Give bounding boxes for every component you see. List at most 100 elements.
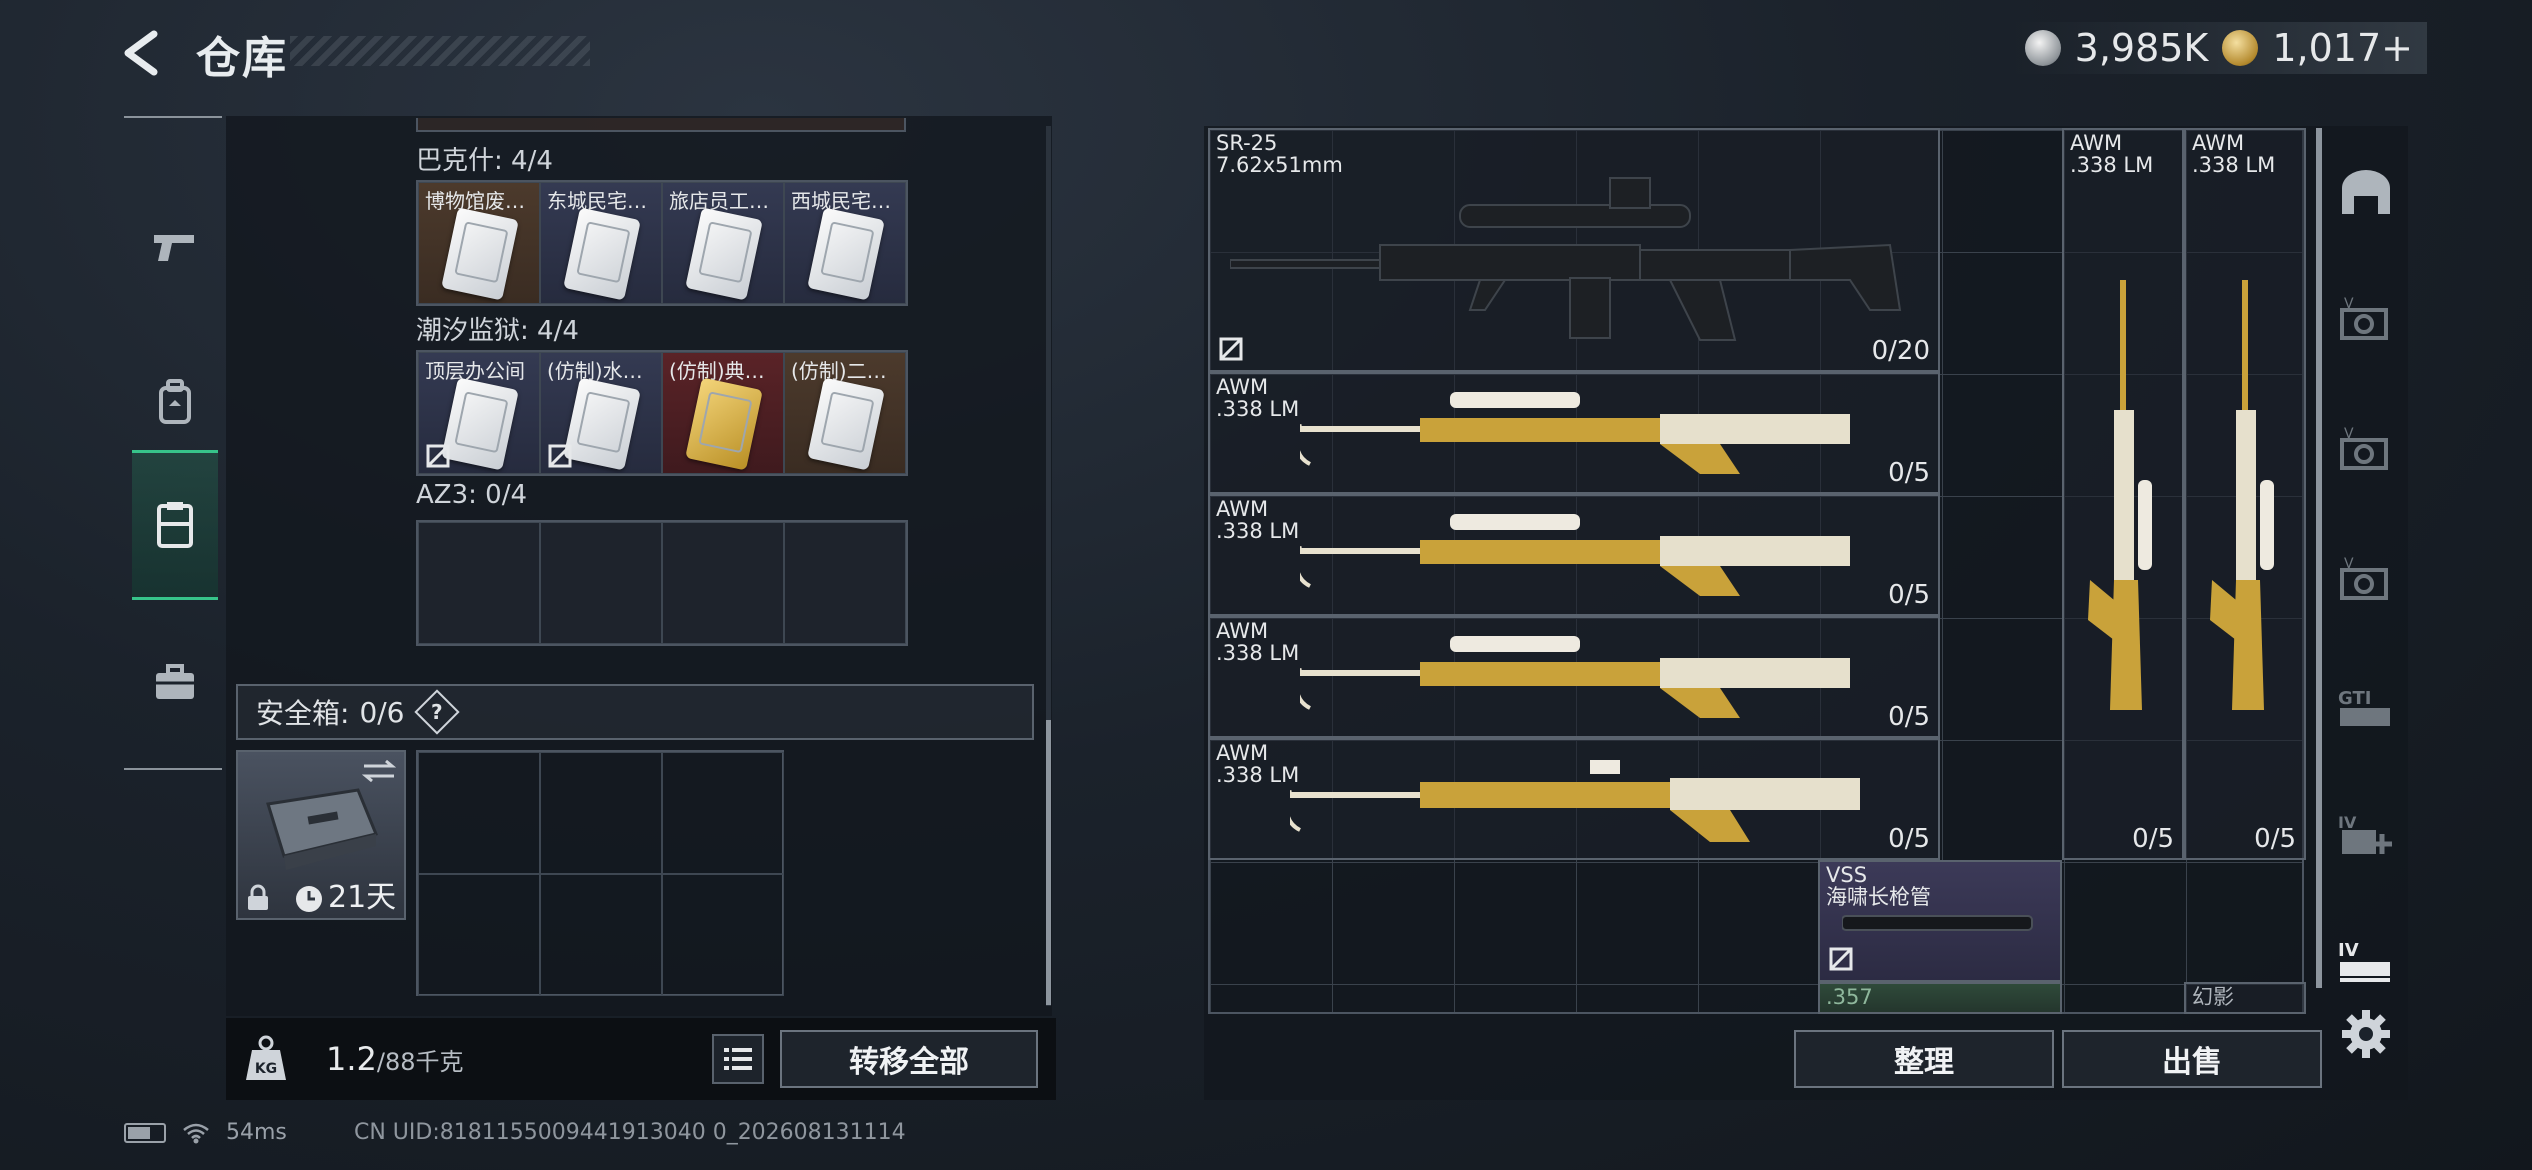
sell-button[interactable]: 出售	[2062, 1030, 2322, 1088]
nav-weapons[interactable]	[132, 172, 218, 322]
gold-coin-icon	[2222, 30, 2259, 66]
empty-slot[interactable]	[418, 522, 540, 644]
barrel-icon	[1842, 915, 2033, 931]
gear-icon	[2342, 1010, 2390, 1058]
gti-icon: GTI	[2338, 688, 2390, 726]
empty-slot[interactable]	[540, 874, 662, 996]
add-iv-icon: IV	[2338, 813, 2392, 854]
empty-slot[interactable]	[784, 522, 906, 644]
back-button[interactable]	[118, 28, 168, 78]
swap-icon[interactable]	[362, 760, 396, 782]
weapon-awm-vertical[interactable]: AWM .338 LM 0/5	[2062, 128, 2184, 860]
warehouse-tab-4[interactable]: V	[2326, 416, 2406, 486]
safebox-timer: 21天	[328, 880, 397, 915]
warehouse-tab-iv-add[interactable]: IV	[2326, 800, 2406, 870]
weapon-awm[interactable]: AWM .338 LM 0/5	[1208, 372, 1940, 494]
back-arrow-icon	[124, 30, 158, 76]
weapon-name: AWM .338 LM	[1216, 375, 1300, 421]
card-icon	[157, 502, 193, 548]
wifi-icon	[183, 1123, 209, 1143]
key-card-item[interactable]: 顶层办公间	[418, 352, 540, 474]
weapon-awm[interactable]: AWM .338 LM 0/5	[1208, 616, 1940, 738]
group-grid-az3	[416, 520, 908, 646]
warehouse-icon	[2342, 170, 2390, 214]
key-card-item[interactable]: 旅店员工…	[662, 182, 784, 304]
keycard-icon	[563, 207, 641, 301]
empty-slot[interactable]	[662, 522, 784, 644]
awm-rifle-icon	[1300, 636, 1850, 718]
warehouse-tab-5[interactable]: V	[2326, 286, 2406, 356]
kg-weight-icon: KG	[244, 1034, 288, 1082]
attachment-vss-barrel[interactable]: VSS 海啸长枪管	[1818, 860, 2062, 982]
keycard-icon	[685, 377, 763, 471]
title-decoration	[290, 36, 590, 66]
currency-bar: 3,985K 1,017+	[2010, 22, 2427, 74]
list-icon	[724, 1048, 752, 1070]
svg-text:V: V	[2344, 426, 2354, 442]
sr25-rifle-icon	[1230, 177, 1902, 341]
weapon-awm-vertical[interactable]: AWM .338 LM 0/5	[2184, 128, 2306, 860]
sort-button[interactable]: 整理	[1794, 1030, 2054, 1088]
safebox-count: 0/6	[359, 695, 405, 729]
phantom-item[interactable]: 幻影	[2184, 982, 2306, 1014]
settings-button[interactable]	[2338, 1006, 2394, 1062]
briefcase-icon	[156, 664, 194, 699]
gold-amount[interactable]: 1,017+	[2272, 26, 2413, 70]
nav-supplies[interactable]	[132, 608, 218, 758]
group-label-bakesh: 巴克什: 4/4	[416, 146, 553, 176]
lock-icon	[248, 884, 268, 910]
key-card-item[interactable]: (仿制)水…	[540, 352, 662, 474]
clipped-item-row	[416, 118, 906, 132]
nav-collectibles[interactable]	[132, 450, 218, 600]
svg-text:IV: IV	[2338, 940, 2359, 961]
filter-all-button[interactable]	[2326, 158, 2406, 228]
empty-slot[interactable]	[418, 874, 540, 996]
warehouse-tab-gti[interactable]: GTI	[2326, 672, 2406, 742]
warehouse-tab-3[interactable]: V	[2326, 546, 2406, 616]
safebox-header: 安全箱: 0/6 ?	[236, 684, 1034, 740]
awm-rifle-icon	[1290, 760, 1860, 842]
weapon-awm[interactable]: AWM .338 LM 0/5	[1208, 738, 1940, 860]
ammo-count: 0/20	[1871, 336, 1930, 366]
svg-text:V: V	[2344, 556, 2354, 572]
list-view-button[interactable]	[712, 1034, 764, 1084]
silver-amount: 3,985K	[2074, 26, 2209, 70]
weapon-awm[interactable]: AWM .338 LM 0/5	[1208, 494, 1940, 616]
empty-slot[interactable]	[662, 752, 784, 874]
keycard-icon	[807, 377, 885, 471]
key-card-item[interactable]: 东城民宅…	[540, 182, 662, 304]
safebox-label: 安全箱:	[256, 697, 350, 730]
device-status: 54ms	[124, 1120, 287, 1145]
key-card-item[interactable]: (仿制)典…	[662, 352, 784, 474]
ammo-357-item[interactable]: .357	[1818, 982, 2062, 1014]
battery-icon	[124, 1122, 166, 1143]
ping-readout: 54ms	[226, 1120, 287, 1145]
key-card-item[interactable]: (仿制)二…	[784, 352, 906, 474]
svg-text:V: V	[2344, 296, 2354, 312]
weight-value: 1.2	[326, 1040, 377, 1078]
warehouse-tab-iv[interactable]: IV	[2326, 926, 2406, 996]
empty-slot[interactable]	[540, 752, 662, 874]
weapon-name: AWM .338 LM	[1216, 619, 1300, 665]
clock-icon	[296, 886, 322, 912]
svg-text:GTI: GTI	[2338, 688, 2371, 709]
left-scrollbar-thumb[interactable]	[1046, 720, 1051, 1005]
ammo-count: 0/5	[1888, 580, 1930, 610]
ammo-count: 0/5	[2132, 824, 2174, 854]
empty-slot[interactable]	[418, 752, 540, 874]
group-label-prison: 潮汐监狱: 4/4	[416, 316, 579, 346]
key-card-item[interactable]: 西城民宅…	[784, 182, 906, 304]
key-card-item[interactable]: 博物馆废…	[418, 182, 540, 304]
no-trade-icon	[1829, 947, 1853, 971]
transfer-all-button[interactable]: 转移全部	[780, 1030, 1038, 1088]
safebox-item[interactable]: 21天	[236, 750, 406, 920]
empty-slot[interactable]	[540, 522, 662, 644]
player-uid: CN UID:8181155009441913040 0_20260813111…	[354, 1120, 906, 1145]
weapon-sr25[interactable]: SR-25 7.62x51mm 0/20	[1208, 128, 1940, 372]
weapon-name: AWM .338 LM	[1216, 741, 1300, 787]
right-scrollbar[interactable]	[2316, 128, 2322, 988]
warehouse-v-icon: V	[2340, 556, 2388, 600]
help-icon[interactable]: ?	[413, 689, 460, 735]
no-trade-icon	[1219, 337, 1243, 361]
empty-slot[interactable]	[662, 874, 784, 996]
